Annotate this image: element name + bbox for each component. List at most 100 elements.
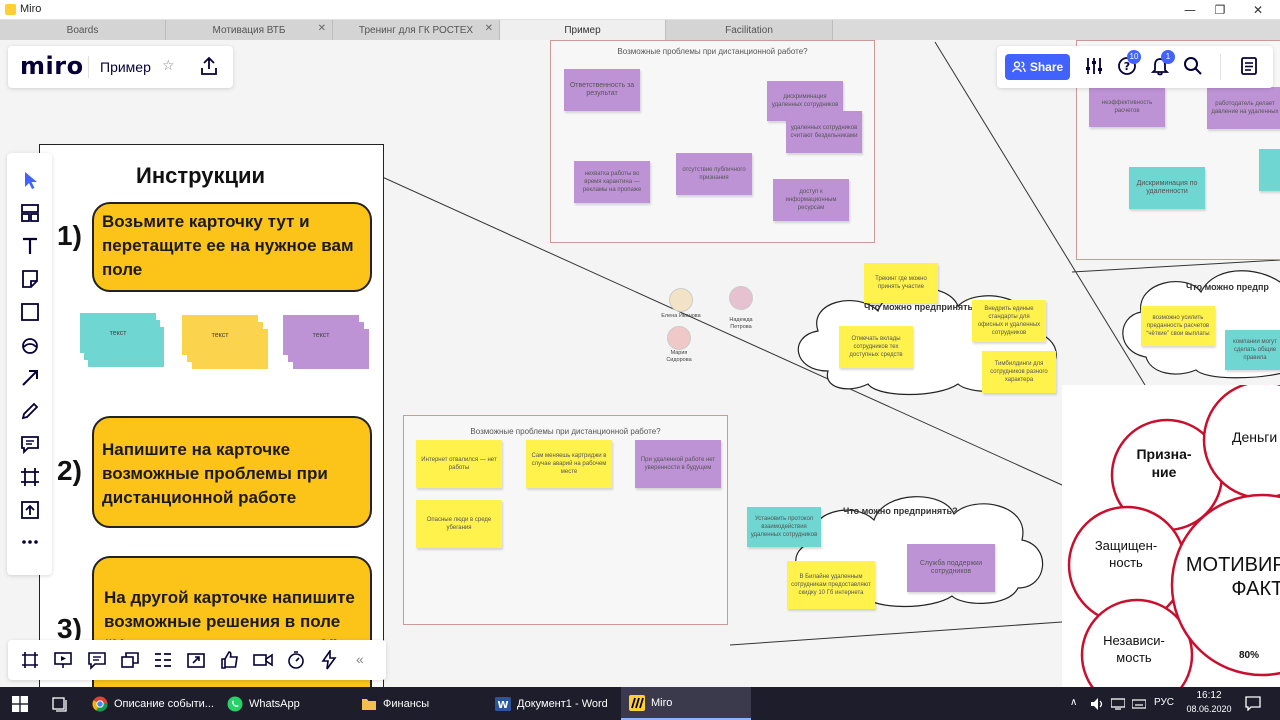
tab-training-rostec[interactable]: Тренинг для ГК РОСТЕХ ✕ — [333, 20, 500, 40]
motivation-panel[interactable]: Призна- ние Деньги Защищен- ность Незави… — [1062, 385, 1280, 687]
timer-icon[interactable] — [286, 650, 306, 670]
divider — [1220, 54, 1221, 80]
svg-text:W: W — [497, 700, 508, 711]
tab-facilitation[interactable]: Facilitation — [666, 20, 833, 40]
step-number: 2) — [57, 455, 82, 486]
sticky-note[interactable]: Тимбилдинги для сотрудников разного хара… — [982, 351, 1056, 393]
sticky-note[interactable]: нехватка работы во время карантина — рек… — [574, 161, 650, 203]
windows-taskbar: Описание событи... WhatsApp Финансы W До… — [0, 687, 1280, 720]
petal-money: Деньги — [1232, 429, 1278, 445]
notifications-icon[interactable] — [1245, 696, 1261, 711]
more-icon[interactable] — [19, 531, 41, 553]
sticky-note[interactable]: Опасные люди в среде убегания — [416, 500, 502, 548]
tab-close-icon[interactable]: ✕ — [318, 24, 326, 34]
upload-icon[interactable] — [19, 499, 41, 521]
card-deck-teal[interactable]: текст — [80, 313, 166, 373]
sticky-note[interactable]: компании могут сделать общие правила — [1225, 330, 1280, 370]
sticky-note[interactable]: Служба поддержки сотрудников — [907, 544, 995, 592]
lightning-icon[interactable] — [319, 650, 339, 670]
sticky-note[interactable]: Трекинг где можно принять участие — [864, 263, 938, 303]
tab-boards[interactable]: Boards — [0, 20, 166, 40]
taskbar-item-word[interactable]: W Документ1 - Word — [487, 687, 617, 720]
problems-board-top[interactable]: Возможные проблемы при дистанционной раб… — [550, 40, 875, 243]
sticky-note-icon[interactable] — [19, 268, 41, 290]
sticky-note[interactable]: работодатель делает давление на удаленны… — [1207, 87, 1280, 129]
clock-time[interactable]: 16:12 — [1186, 690, 1232, 701]
sticky-note[interactable]: доступ к информационным ресурсам — [773, 179, 849, 221]
volume-icon[interactable] — [1090, 697, 1104, 711]
avatar[interactable] — [667, 326, 691, 350]
like-icon[interactable] — [220, 650, 240, 670]
settings-sliders-icon[interactable] — [1084, 56, 1104, 76]
taskbar-item-chrome[interactable]: Описание событи... — [84, 687, 215, 720]
collaboration-toolbar: « — [8, 640, 386, 680]
kanban-icon[interactable] — [153, 650, 173, 670]
tab-close-icon[interactable]: ✕ — [485, 24, 493, 34]
search-icon[interactable] — [1183, 56, 1203, 76]
task-view-icon[interactable] — [52, 696, 68, 712]
sticky-note[interactable]: Дискриминация по удаленности — [1129, 167, 1205, 209]
tray-chevron-icon[interactable]: ∧ — [1070, 697, 1077, 708]
tab-motivation-vtb[interactable]: Мотивация ВТБ ✕ — [166, 20, 333, 40]
tab-label: Тренинг для ГК РОСТЕХ — [358, 24, 474, 36]
sticky-note[interactable]: Внедрить единые стандарты для офисных и … — [972, 300, 1046, 342]
avatar-name: Надежда Петрова — [729, 317, 753, 330]
board-name[interactable]: Пример — [100, 59, 151, 75]
text-tool-icon[interactable] — [19, 235, 41, 257]
tab-example[interactable]: Пример — [500, 20, 666, 40]
sticky-note-partial[interactable] — [1259, 149, 1280, 191]
step-text: На другой карточке напишите возможные ре… — [104, 588, 355, 631]
keyboard-icon[interactable] — [1132, 697, 1146, 711]
pen-stroke-icon[interactable] — [19, 334, 41, 356]
chat-icon[interactable] — [87, 650, 107, 670]
select-cursor-icon[interactable] — [19, 169, 41, 191]
frames-icon[interactable] — [20, 650, 40, 670]
sticky-note[interactable]: Сам меняешь картриджи в случае аварий на… — [526, 440, 612, 488]
taskbar-item-folder[interactable]: Финансы — [353, 687, 483, 720]
share-screen-icon[interactable] — [186, 650, 206, 670]
sticky-note[interactable]: неэффективность расчетов — [1089, 87, 1165, 127]
sticky-note[interactable]: Ответственность за результат — [564, 69, 640, 111]
frame-icon[interactable] — [19, 466, 41, 488]
video-icon[interactable] — [253, 650, 273, 670]
collapse-icon[interactable]: « — [356, 651, 364, 667]
sticky-note[interactable]: Установить протокол взаимодействия удале… — [747, 507, 821, 547]
sticky-note[interactable]: При удаленной работе нет уверенности в б… — [635, 440, 721, 488]
instructions-frame[interactable]: Инструкции 1) Возьмите карточку тут и пе… — [39, 144, 384, 687]
sticky-note[interactable]: возможно усилить преданность расчетов “ч… — [1141, 306, 1215, 346]
clock-date[interactable]: 08.06.2020 — [1182, 704, 1236, 714]
board-menu-icon[interactable] — [1239, 56, 1259, 76]
presentation-icon[interactable] — [53, 650, 73, 670]
sticky-note[interactable]: отсутствие публичного признания — [676, 153, 752, 195]
windows-start-icon[interactable] — [12, 696, 28, 712]
close-icon[interactable]: ✕ — [1240, 0, 1276, 20]
board-canvas[interactable]: Возможные проблемы при дистанционной раб… — [0, 40, 1280, 687]
share-button[interactable]: Share — [1005, 54, 1070, 80]
miro-logo[interactable]: miro — [20, 52, 84, 80]
pen-icon[interactable] — [19, 400, 41, 422]
card-deck-yellow[interactable]: текст — [182, 315, 268, 375]
star-icon[interactable]: ☆ — [162, 57, 175, 74]
taskbar-item-miro[interactable]: Miro — [621, 687, 751, 720]
problems-board-bottom[interactable]: Возможные проблемы при дистанционной раб… — [403, 415, 728, 625]
maximize-icon[interactable]: ❐ — [1202, 0, 1238, 20]
taskbar-item-whatsapp[interactable]: WhatsApp — [219, 687, 349, 720]
export-icon[interactable] — [200, 56, 218, 76]
shape-tool-icon[interactable] — [19, 301, 41, 323]
connection-line-icon[interactable] — [19, 367, 41, 389]
network-icon[interactable] — [1111, 698, 1125, 710]
comment-icon[interactable] — [19, 433, 41, 455]
card-deck-purple[interactable]: текст — [283, 315, 369, 375]
avatar[interactable] — [729, 286, 753, 310]
sticky-note[interactable]: удаленных сотрудников считают бездельник… — [786, 111, 862, 153]
avatar[interactable] — [669, 288, 693, 312]
sticky-note[interactable]: В Билайне удаленным сотрудникам предоста… — [787, 561, 875, 609]
board-title: Возможные проблемы при дистанционной раб… — [470, 427, 661, 436]
tab-label: Boards — [66, 24, 99, 36]
templates-icon[interactable] — [19, 202, 41, 224]
instructions-title: Инструкции — [136, 163, 266, 188]
sticky-note[interactable]: Интернет отвалился — нет работы — [416, 440, 502, 488]
sticky-note[interactable]: Отмечать вклады сотрудников тех доступны… — [839, 326, 913, 368]
language-indicator[interactable]: РУС — [1154, 697, 1174, 708]
cards-icon[interactable] — [120, 650, 140, 670]
